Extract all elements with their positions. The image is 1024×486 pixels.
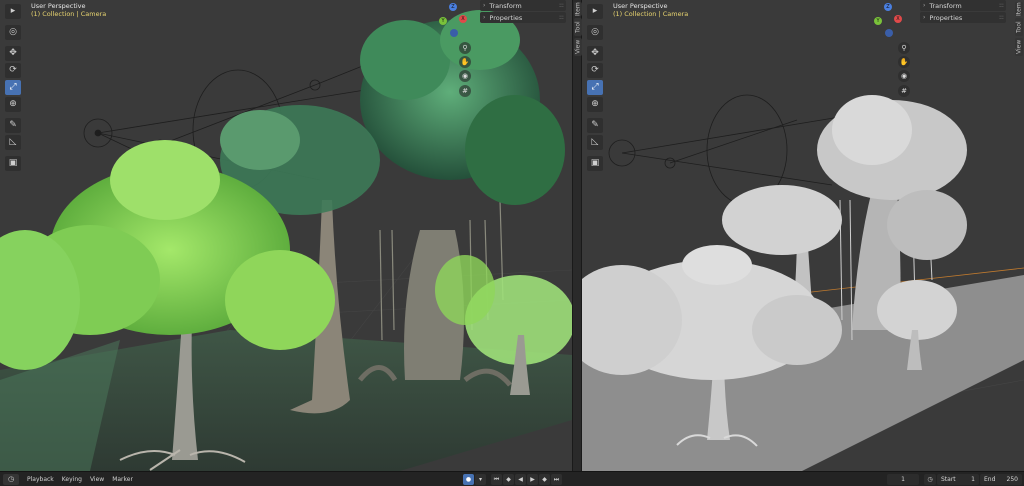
current-frame-field[interactable]: 1 <box>887 474 919 485</box>
rotate-icon[interactable]: ⟳ <box>587 63 603 78</box>
sidebar-tabs-left: Item Tool View <box>572 0 582 471</box>
cursor-icon[interactable]: ◎ <box>587 25 603 40</box>
record-icon[interactable]: ● <box>463 474 474 485</box>
blender-window: User Perspective (1) Collection | Camera… <box>0 0 1024 486</box>
menu-keying[interactable]: Keying <box>62 476 82 483</box>
sidebar-panel: › Transform:::: › Properties:::: <box>920 0 1006 24</box>
pan-hand-icon[interactable]: ✋ <box>898 56 910 68</box>
prev-keyframe-icon[interactable]: ◆ <box>503 474 514 485</box>
tab-tool[interactable]: Tool <box>574 18 582 36</box>
panel-properties[interactable]: › Properties:::: <box>920 12 1006 23</box>
playback-controls: ● ▾ ⏮ ◆ ◀ ▶ ◆ ⏭ <box>463 474 562 485</box>
play-icon[interactable]: ▶ <box>527 474 538 485</box>
jump-start-icon[interactable]: ⏮ <box>491 474 502 485</box>
drag-grip-icon[interactable]: :::: <box>999 14 1004 21</box>
timeline-header: ◷ Playback Keying View Marker ● ▾ ⏮ ◆ ◀ … <box>0 471 1024 486</box>
select-box-icon[interactable]: ▸ <box>5 4 21 19</box>
drag-grip-icon[interactable]: :::: <box>999 2 1004 9</box>
sidebar-panel: › Transform:::: › Properties:::: <box>480 0 566 24</box>
scale-icon[interactable]: ⤢ <box>5 80 21 95</box>
tool-shelf: ▸ ◎ ✥ ⟳ ⤢ ⊕ ✎ ◺ ▣ <box>5 4 22 173</box>
transform-icon[interactable]: ⊕ <box>5 97 21 112</box>
measure-icon[interactable]: ◺ <box>587 135 603 150</box>
annotate-icon[interactable]: ✎ <box>5 118 21 133</box>
tab-item[interactable]: Item <box>1015 2 1023 16</box>
pan-hand-icon[interactable]: ✋ <box>459 56 471 68</box>
play-reverse-icon[interactable]: ◀ <box>515 474 526 485</box>
chevron-right-icon: › <box>923 14 926 21</box>
scene-render-left <box>0 0 572 471</box>
menu-playback[interactable]: Playback <box>27 476 54 483</box>
navigation-gizmo[interactable]: Z Y X <box>872 3 904 37</box>
move-icon[interactable]: ✥ <box>587 46 603 61</box>
chevron-right-icon: › <box>483 14 486 21</box>
gizmo-y-icon[interactable]: Y <box>439 17 447 25</box>
annotate-icon[interactable]: ✎ <box>587 118 603 133</box>
drag-grip-icon[interactable]: :::: <box>559 2 564 9</box>
gizmo-y-icon[interactable]: Y <box>874 17 882 25</box>
viewport-collection-label: (1) Collection | Camera <box>31 10 107 18</box>
chevron-right-icon: › <box>483 2 486 9</box>
gizmo-neg-z-icon[interactable] <box>885 29 893 37</box>
camera-view-icon[interactable]: ◉ <box>459 70 471 82</box>
tool-shelf: ▸ ◎ ✥ ⟳ ⤢ ⊕ ✎ ◺ ▣ <box>587 4 604 173</box>
panel-transform[interactable]: › Transform:::: <box>920 0 1006 11</box>
select-box-icon[interactable]: ▸ <box>587 4 603 19</box>
panel-transform[interactable]: › Transform:::: <box>480 0 566 11</box>
rotate-icon[interactable]: ⟳ <box>5 63 21 78</box>
transform-icon[interactable]: ⊕ <box>587 97 603 112</box>
measure-icon[interactable]: ◺ <box>5 135 21 150</box>
gizmo-x-icon[interactable]: X <box>459 15 467 23</box>
gizmo-z-icon[interactable]: Z <box>449 3 457 11</box>
menu-marker[interactable]: Marker <box>112 476 133 483</box>
viewport-perspective-label: User Perspective <box>31 2 86 10</box>
viewport-solid[interactable]: User Perspective (1) Collection | Camera… <box>582 0 1024 471</box>
jump-end-icon[interactable]: ⏭ <box>551 474 562 485</box>
ortho-grid-icon[interactable]: # <box>898 85 910 97</box>
camera-view-icon[interactable]: ◉ <box>898 70 910 82</box>
gizmo-neg-z-icon[interactable] <box>450 29 458 37</box>
end-frame-field[interactable]: End 250 <box>980 474 1022 485</box>
start-frame-field[interactable]: Start 1 <box>937 474 979 485</box>
clock-icon[interactable]: ◷ <box>924 474 936 485</box>
move-icon[interactable]: ✥ <box>5 46 21 61</box>
cursor-icon[interactable]: ◎ <box>5 25 21 40</box>
chevron-down-icon[interactable]: ▾ <box>475 474 486 485</box>
gizmo-x-icon[interactable]: X <box>894 15 902 23</box>
panel-properties[interactable]: › Properties:::: <box>480 12 566 23</box>
tab-view[interactable]: View <box>574 38 582 56</box>
viewport-perspective-label: User Perspective <box>613 2 668 10</box>
viewport-collection-label: (1) Collection | Camera <box>613 10 689 18</box>
tab-view[interactable]: View <box>1015 38 1023 56</box>
menu-view[interactable]: View <box>90 476 104 483</box>
sidebar-tabs-right: Item Tool View <box>1014 0 1024 80</box>
ortho-grid-icon[interactable]: # <box>459 85 471 97</box>
editor-type-icon[interactable]: ◷ <box>3 473 19 485</box>
scene-render-right <box>582 0 1024 471</box>
tab-tool[interactable]: Tool <box>1015 18 1023 36</box>
add-cube-icon[interactable]: ▣ <box>5 156 21 171</box>
zoom-icon[interactable]: ⚲ <box>898 42 910 54</box>
tab-item[interactable]: Item <box>574 2 582 16</box>
next-keyframe-icon[interactable]: ◆ <box>539 474 550 485</box>
add-cube-icon[interactable]: ▣ <box>587 156 603 171</box>
navigation-gizmo[interactable]: Z Y X <box>437 3 469 37</box>
zoom-icon[interactable]: ⚲ <box>459 42 471 54</box>
scale-icon[interactable]: ⤢ <box>587 80 603 95</box>
drag-grip-icon[interactable]: :::: <box>559 14 564 21</box>
chevron-right-icon: › <box>923 2 926 9</box>
gizmo-z-icon[interactable]: Z <box>884 3 892 11</box>
viewport-material-preview[interactable]: User Perspective (1) Collection | Camera… <box>0 0 572 471</box>
